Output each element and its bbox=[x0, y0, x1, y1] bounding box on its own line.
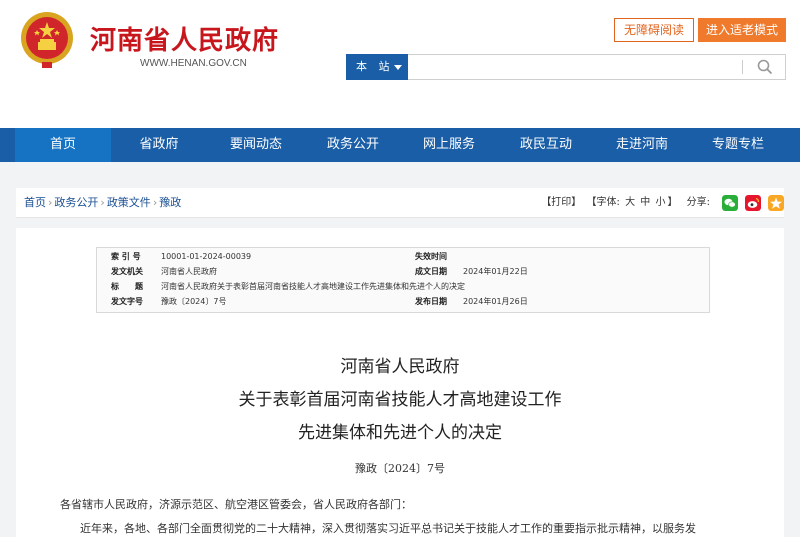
search-scope-select[interactable]: 本 站 bbox=[346, 54, 408, 80]
article-panel: 索 引 号 10001-01-2024-00039 失效时间 发文机关 河南省人… bbox=[16, 228, 784, 537]
main-nav: 首页 省政府 要闻动态 政务公开 网上服务 政民互动 走进河南 专题专栏 bbox=[0, 128, 800, 162]
meta-publish-value: 2024年01月26日 bbox=[463, 297, 528, 306]
breadcrumb-gov-affairs[interactable]: 政务公开 bbox=[54, 196, 98, 209]
nav-item-government[interactable]: 省政府 bbox=[111, 128, 207, 162]
meta-issuer-label: 发文机关 bbox=[111, 267, 143, 276]
breadcrumb-separator: › bbox=[100, 196, 105, 209]
breadcrumb: 首页 › 政务公开 › 政策文件 › 豫政 bbox=[24, 188, 181, 218]
nav-item-gov-affairs[interactable]: 政务公开 bbox=[305, 128, 401, 162]
breadcrumb-yuzheng[interactable]: 豫政 bbox=[159, 196, 181, 209]
elder-mode-button[interactable]: 进入适老模式 bbox=[698, 18, 786, 42]
breadcrumb-bar: 首页 › 政务公开 › 政策文件 › 豫政 【打印】 【字体: 大 中 小】 分享: bbox=[16, 188, 784, 218]
meta-written-label: 成文日期 bbox=[415, 267, 447, 276]
qzone-icon[interactable] bbox=[768, 195, 784, 211]
nav-item-about-henan[interactable]: 走进河南 bbox=[594, 128, 690, 162]
meta-effective-label: 失效时间 bbox=[415, 252, 447, 261]
chevron-down-icon bbox=[394, 65, 402, 70]
document-title-line-3: 先进集体和先进个人的决定 bbox=[298, 423, 502, 443]
meta-issuer-value: 河南省人民政府 bbox=[161, 267, 217, 276]
document-number: 豫政〔2024〕7号 bbox=[355, 462, 445, 475]
site-title[interactable]: 河南省人民政府 bbox=[90, 20, 279, 57]
meta-docno-value: 豫政〔2024〕7号 bbox=[161, 297, 227, 306]
share-label: 分享: bbox=[686, 197, 710, 208]
search-scope-label: 本 站 bbox=[356, 60, 394, 73]
meta-publish-label: 发布日期 bbox=[415, 297, 447, 306]
breadcrumb-separator: › bbox=[152, 196, 158, 209]
breadcrumb-separator: › bbox=[48, 196, 53, 209]
font-size-prefix: 【字体: bbox=[586, 197, 620, 208]
nav-item-home[interactable]: 首页 bbox=[15, 128, 111, 162]
search-divider bbox=[742, 60, 743, 74]
nav-item-topics[interactable]: 专题专栏 bbox=[690, 128, 786, 162]
page-tools: 【打印】 【字体: 大 中 小】 分享: bbox=[539, 188, 710, 218]
print-button[interactable]: 【打印】 bbox=[541, 197, 581, 208]
document-addressee: 各省辖市人民政府，济源示范区、航空港区管委会，省人民政府各部门： bbox=[60, 498, 412, 511]
national-emblem-icon[interactable] bbox=[18, 10, 76, 72]
font-medium-button[interactable]: 中 bbox=[640, 197, 650, 208]
font-size-suffix: 】 bbox=[667, 197, 678, 208]
breadcrumb-policy-docs[interactable]: 政策文件 bbox=[107, 196, 151, 209]
breadcrumb-home[interactable]: 首页 bbox=[24, 196, 46, 209]
meta-docno-label: 发文字号 bbox=[111, 297, 143, 306]
meta-index-label: 索 引 号 bbox=[111, 252, 141, 261]
nav-item-online-services[interactable]: 网上服务 bbox=[401, 128, 497, 162]
meta-written-value: 2024年01月22日 bbox=[463, 267, 528, 276]
accessibility-reading-button[interactable]: 无障碍阅读 bbox=[614, 18, 694, 42]
weibo-icon[interactable] bbox=[745, 195, 761, 211]
document-metadata-table: 索 引 号 10001-01-2024-00039 失效时间 发文机关 河南省人… bbox=[96, 247, 710, 313]
meta-index-value: 10001-01-2024-00039 bbox=[161, 252, 252, 261]
document-paragraph: 近年来，各地、各部门全面贯彻党的二十大精神，深入贯彻落实习近平总书记关于技能人才… bbox=[80, 522, 696, 535]
wechat-icon[interactable] bbox=[722, 195, 738, 211]
font-large-button[interactable]: 大 bbox=[625, 197, 635, 208]
nav-item-interaction[interactable]: 政民互动 bbox=[498, 128, 594, 162]
font-small-button[interactable]: 小 bbox=[655, 197, 665, 208]
meta-title-label: 标 题 bbox=[111, 282, 143, 291]
search-icon[interactable] bbox=[756, 58, 774, 76]
meta-title-value: 河南省人民政府关于表彰首届河南省技能人才高地建设工作先进集体和先进个人的决定 bbox=[161, 282, 465, 291]
share-icons bbox=[722, 195, 784, 211]
search-input[interactable] bbox=[408, 54, 786, 80]
document-title-line-1: 河南省人民政府 bbox=[340, 357, 460, 377]
document-title-line-2: 关于表彰首届河南省技能人才高地建设工作 bbox=[238, 390, 562, 410]
site-domain: WWW.HENAN.GOV.CN bbox=[140, 58, 247, 69]
nav-item-news[interactable]: 要闻动态 bbox=[208, 128, 304, 162]
site-header: 河南省人民政府 WWW.HENAN.GOV.CN 无障碍阅读 进入适老模式 本 … bbox=[0, 0, 800, 128]
